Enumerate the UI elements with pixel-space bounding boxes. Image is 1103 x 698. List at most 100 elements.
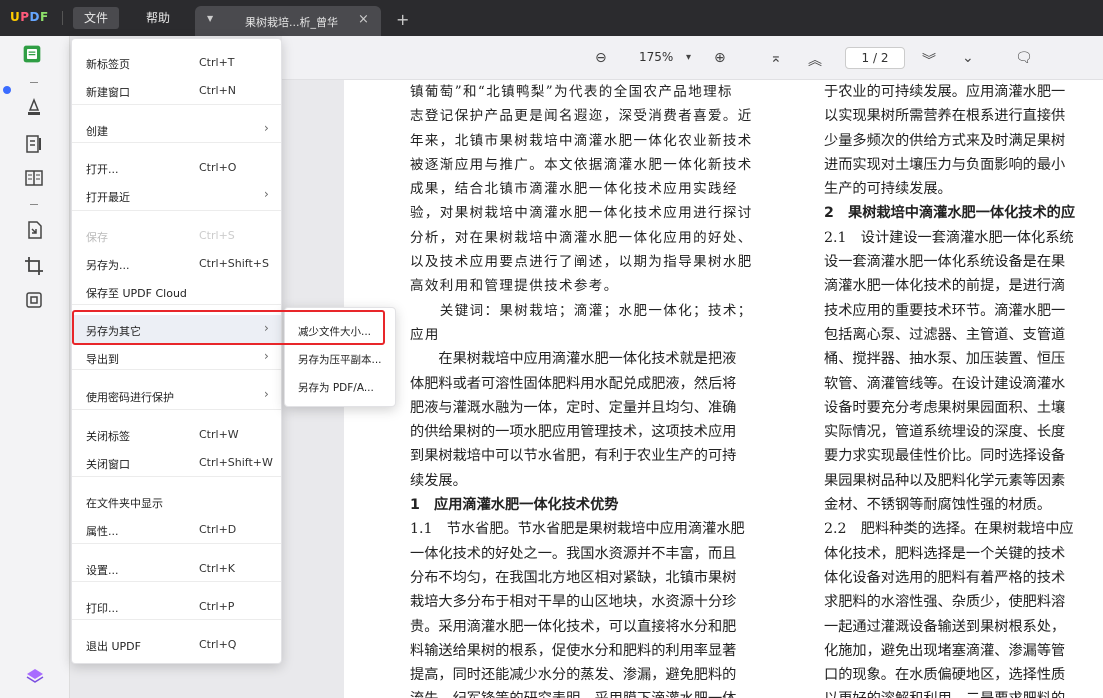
text-line: 求肥料的水溶性强、杂质少，使肥料溶 [824,594,1066,611]
submenu-item[interactable]: 另存为 PDF/A... [285,373,395,399]
menu-item[interactable]: 在文件夹中显示 [72,487,281,515]
chevron-right-icon: › [264,121,269,135]
text-line: 体肥料或者可溶性固体肥料用水配兑成肥液，然后将 [410,375,737,392]
menu-item[interactable]: 保存至 UPDF Cloud [72,277,281,305]
text-column-right: 于农业的可持续发展。应用滴灌水肥一 以实现果树所需营养在根系进行直接供 少量多频次的… [824,80,1103,698]
text-line: 验，对果树栽培中滴灌水肥一体化技术应用进行探讨 [410,205,753,222]
menu-item-shortcut: Ctrl+N [199,84,237,97]
submenu-item-label: 另存为 PDF/A... [298,382,374,394]
sidebar-divider-2 [30,204,38,205]
organize-pages-icon[interactable] [24,168,44,188]
text-line: 一起通过灌溉设备输送到果树根系处， [824,618,1066,635]
menu-item-shortcut: Ctrl+P [199,600,235,613]
sidebar-divider [30,82,38,83]
page-indicator[interactable]: 1 / 2 [845,47,905,69]
menu-separator [72,476,281,477]
convert-icon[interactable] [24,220,44,240]
layers-icon[interactable] [25,666,45,686]
text-line: 一体化技术的好处之一。我国水资源并不丰富，而且 [410,545,737,562]
text-line: 应用 [410,326,440,343]
document-area[interactable]: 镇葡萄”和“北镇鸭梨”为代表的全国农产品地理标 志登记保护产品更是闻名遐迩，深受消… [282,80,1103,698]
tab-close-icon[interactable]: × [358,12,369,27]
document-tab[interactable]: ▼ 果树栽培...析_曾华 × [195,6,381,36]
last-page-button[interactable]: ⌄ [962,50,974,66]
crop-icon[interactable] [24,256,44,276]
menu-item[interactable]: 设置... Ctrl+K [72,554,281,582]
text-line: 生产的可持续发展。 [824,181,952,198]
menu-item[interactable]: 新建窗口 Ctrl+N [72,76,281,104]
prev-page-button[interactable]: ︽ [808,50,822,70]
menu-item-shortcut: Ctrl+S [199,229,235,242]
highlight-annotation [72,310,385,345]
menu-item-label: 打开... [86,163,119,176]
text-line: 2.2 肥料种类的选择。在果树栽培中应 [824,521,1074,538]
text-line: 提高，同时还能减少水分的蒸发、渗漏，避免肥料的 [410,667,737,684]
protect-icon[interactable] [24,290,44,310]
menu-item-shortcut: Ctrl+W [199,428,239,441]
menu-help[interactable]: 帮助 [135,7,181,29]
menu-item-shortcut: Ctrl+Q [199,638,237,651]
zoom-dropdown-icon[interactable]: ▾ [686,52,691,63]
comment-tool-icon[interactable] [24,97,44,118]
menu-item[interactable]: 属性... Ctrl+D [72,515,281,543]
text-line: 成果，结合北镇市滴灌水肥一体化技术应用实践经 [410,181,738,198]
text-line: 进而实现对土壤压力与负面影响的最小 [824,156,1066,173]
menu-item-label: 打印... [86,602,119,615]
menu-item-shortcut: Ctrl+Shift+S [199,257,269,270]
pdf-page: 镇葡萄”和“北镇鸭梨”为代表的全国农产品地理标 志登记保护产品更是闻名遐迩，深受消… [344,80,1103,698]
sidebar-indicator [3,86,11,94]
text-line: 2.1 设计建设一套滴灌水肥一体化系统 [824,229,1074,246]
text-line: 高效利用和管理提供技术参考。 [410,278,619,295]
menu-item[interactable]: 新标签页 Ctrl+T [72,48,281,76]
menu-item-label: 在文件夹中显示 [86,497,163,510]
menu-separator [72,409,281,410]
menu-item-label: 退出 UPDF [86,640,141,653]
text-line: 1.1 节水省肥。节水省肥是果树栽培中应用滴灌水肥 [410,521,745,538]
text-line: 果园果树品种以及肥料化学元素等因素 [824,472,1066,489]
menu-item[interactable]: 关闭窗口 Ctrl+Shift+W [72,448,281,476]
menu-item[interactable]: 关闭标签 Ctrl+W [72,420,281,448]
menu-item[interactable]: 打开... Ctrl+O [72,153,281,181]
menu-separator [72,543,281,544]
text-line: 镇葡萄”和“北镇鸭梨”为代表的全国农产品地理标 [410,84,733,100]
menu-file[interactable]: 文件 [73,7,120,29]
text-line: 少量多频次的供给方式来及时满足果树 [824,132,1066,149]
view-toolbar: ⊖ 175% ▾ ⊕ ⌅ ︽ 1 / 2 ︾ ⌄ 🗨 [282,36,1103,80]
menu-item-shortcut: Ctrl+K [199,562,236,575]
chevron-right-icon: › [264,387,269,401]
submenu-item-label: 另存为压平副本... [298,354,382,366]
edit-pdf-icon[interactable] [24,134,44,154]
menu-item-label: 打开最近 [86,191,130,204]
zoom-in-button[interactable]: ⊕ [714,50,726,66]
text-line: 以实现果树所需营养在根系进行直接供 [824,108,1066,125]
menu-item[interactable]: 打印... Ctrl+P [72,592,281,620]
text-line: 肥液与灌溉水融为一体，定时、定量并且均匀、准确 [410,399,737,416]
text-line: 体化设备对选用的肥料有着严格的技术 [824,569,1066,586]
next-page-button[interactable]: ︾ [922,50,936,70]
menu-item-shortcut: Ctrl+D [199,523,237,536]
text-line: 包括离心泵、过滤器、主管道、支管道 [824,326,1066,343]
new-tab-button[interactable]: + [396,10,409,29]
menu-item[interactable]: 导出到 › [72,343,281,371]
text-line: 技术应用的重要技术环节。滴灌水肥一 [824,302,1066,319]
first-page-button[interactable]: ⌅ [770,50,782,66]
menu-item[interactable]: 另存为... Ctrl+Shift+S [72,249,281,277]
left-sidebar [0,36,70,698]
menu-item[interactable]: 打开最近 › [72,181,281,209]
comment-button[interactable]: 🗨 [1015,50,1033,66]
menu-item-label: 导出到 [86,353,119,366]
menu-item[interactable]: 退出 UPDF Ctrl+Q [72,630,281,658]
menu-item-shortcut: Ctrl+O [199,161,237,174]
menu-item-shortcut: Ctrl+Shift+W [199,456,273,469]
zoom-out-button[interactable]: ⊖ [595,50,607,66]
menu-item-label: 保存 [86,231,108,244]
text-line: 关键词：果树栽培；滴灌；水肥一体化；技术； [410,302,753,319]
submenu-item[interactable]: 另存为压平副本... [285,345,395,371]
menu-item[interactable]: 创建 › [72,115,281,143]
menu-item[interactable]: 使用密码进行保护 › [72,381,281,409]
reader-mode-icon[interactable] [22,44,46,68]
text-line: 被逐渐应用与推广。本文依据滴灌水肥一体化新技术 [410,156,753,173]
text-line: 的供给果树的一项水肥应用管理技术，这项技术应用 [410,424,737,441]
text-line: 1 应用滴灌水肥一体化技术优势 [410,497,619,514]
zoom-level[interactable]: 175% [639,50,673,64]
